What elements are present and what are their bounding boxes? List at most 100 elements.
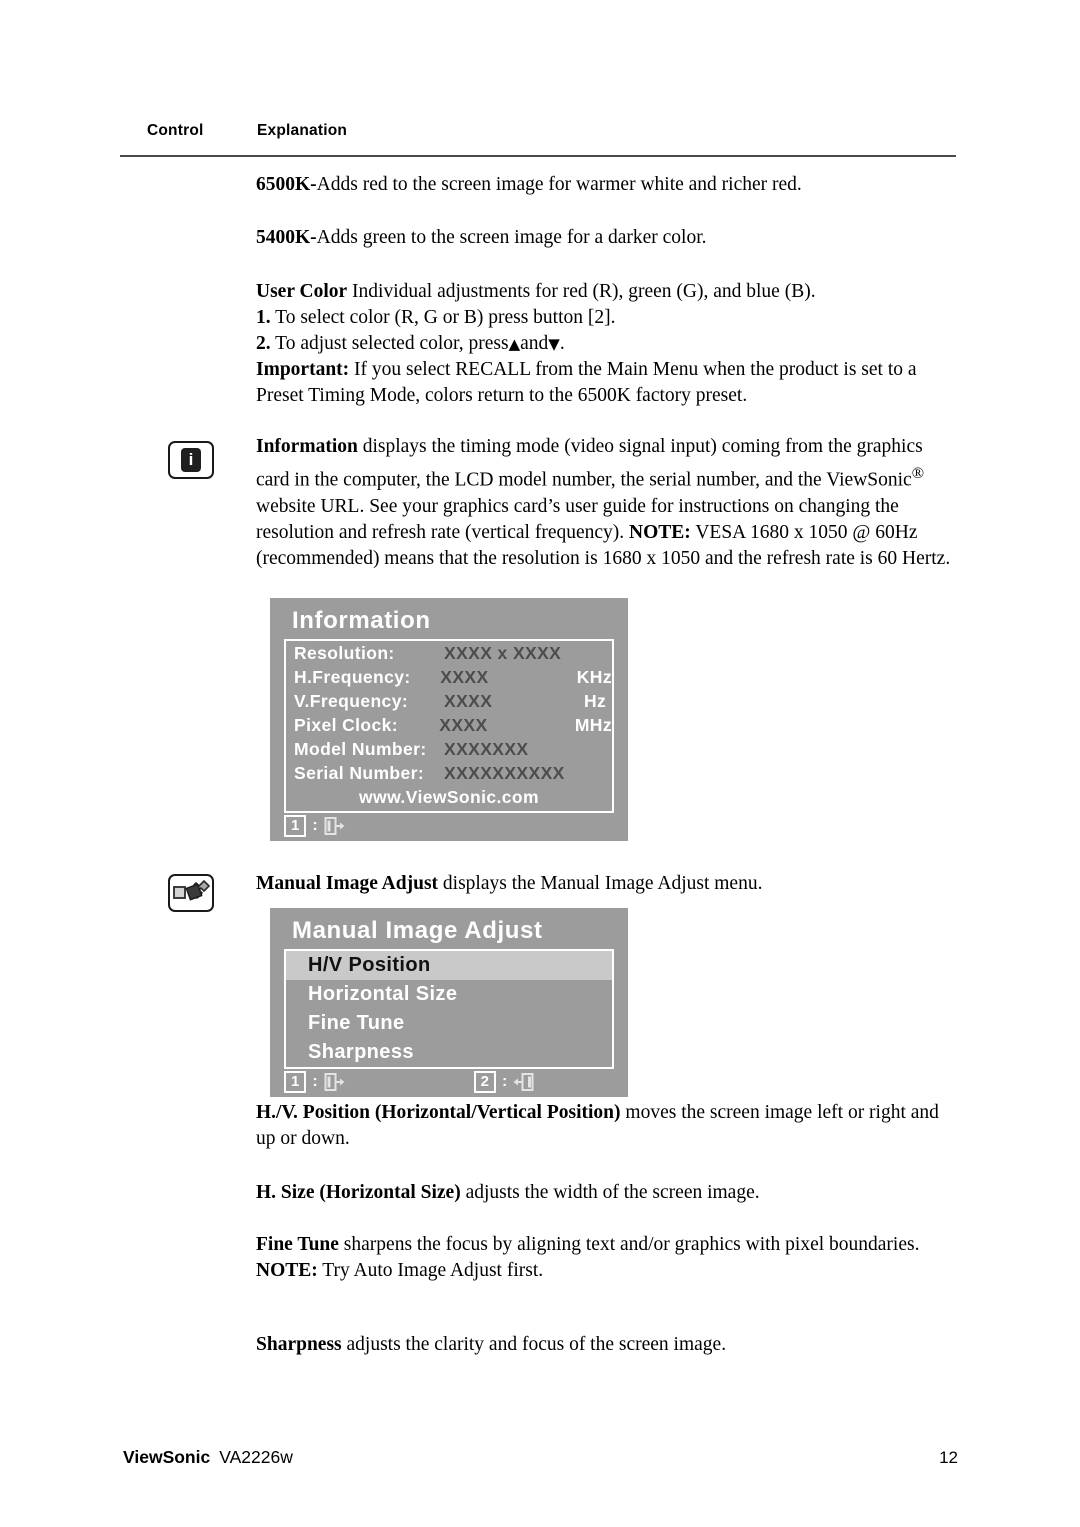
label-sharpness: Sharpness [256, 1334, 342, 1355]
osd-website: www.ViewSonic.com [359, 786, 539, 807]
key-1-colon: : [312, 816, 318, 834]
label-hv-position: H./V. Position (Horizontal/Vertical Posi… [256, 1102, 621, 1123]
osd-information-status-bar: 1 : [270, 813, 628, 841]
key-1-button[interactable]: 1 [284, 1071, 307, 1093]
paragraph-hv-position: H./V. Position (Horizontal/Vertical Posi… [256, 1100, 956, 1152]
osd-manual-title: Manual Image Adjust [292, 917, 543, 944]
user-color-important: Important: If you select RECALL from the… [256, 357, 956, 409]
step-2-text: To adjust selected color, press [270, 333, 509, 354]
osd-unit-pixel-clock: MHz [574, 714, 612, 735]
label-user-color: User Color [256, 281, 348, 302]
key-1-colon: : [312, 1073, 318, 1090]
osd-menu-item-sharpness[interactable]: Sharpness [286, 1038, 612, 1067]
column-header-explanation: Explanation [257, 122, 348, 139]
fine-tune-note: NOTE: Try Auto Image Adjust first. [256, 1258, 956, 1284]
osd-label-model-number: Model Number: [294, 738, 427, 759]
text-note-fine-tune: Try Auto Image Adjust first. [317, 1260, 544, 1281]
label-5400k: 5400K- [256, 227, 317, 248]
osd-menu-item-fine-tune[interactable]: Fine Tune [286, 1009, 612, 1038]
footer-model-name: VA2226w [219, 1447, 293, 1467]
osd-menu-item-hv-position[interactable]: H/V Position [286, 951, 612, 980]
wrench-icon [173, 880, 210, 901]
osd-unit-v-frequency: Hz [584, 690, 607, 711]
information-icon: i [168, 441, 214, 479]
paragraph-information: Information displays the timing mode (vi… [256, 434, 956, 572]
osd-value-pixel-clock: XXXX [439, 714, 488, 735]
label-note-information: NOTE: [629, 521, 691, 543]
osd-label-pixel-clock: Pixel Clock: [294, 714, 399, 735]
footer-brand: ViewSonic VA2226w [123, 1447, 293, 1468]
step-1-number: 1. [256, 307, 271, 328]
text-6500k: Adds red to the screen image for warmer … [316, 174, 802, 195]
label-note-fine-tune: NOTE: [256, 1260, 318, 1281]
info-letter-icon: i [181, 448, 201, 472]
paragraph-5400k: 5400K-Adds green to the screen image for… [256, 225, 956, 251]
exit-icon[interactable] [324, 1072, 346, 1092]
paragraph-user-color: User Color Individual adjustments for re… [256, 279, 956, 409]
osd-row-resolution[interactable]: Resolution: XXXX x XXXX [286, 641, 612, 665]
user-color-line: User Color Individual adjustments for re… [256, 279, 956, 305]
registered-mark-icon: ® [911, 464, 925, 482]
user-color-step-1: 1. To select color (R, G or B) press but… [256, 305, 956, 331]
step-2-period: . [559, 333, 565, 354]
label-h-size: H. Size (Horizontal Size) [256, 1182, 461, 1203]
osd-menu-item-horizontal-size[interactable]: Horizontal Size [286, 980, 612, 1009]
osd-row-h-frequency[interactable]: H.Frequency: XXXX KHz [286, 665, 612, 689]
up-arrow-icon: ▲ [508, 335, 521, 353]
osd-row-v-frequency[interactable]: V.Frequency: XXXX Hz [286, 689, 612, 713]
paragraph-h-size: H. Size (Horizontal Size) adjusts the wi… [256, 1180, 956, 1206]
step-2-number: 2. [256, 333, 271, 354]
text-user-color: Individual adjustments for red (R), gree… [347, 281, 816, 302]
osd-value-v-frequency: XXXX [444, 690, 493, 711]
paragraph-6500k: 6500K-Adds red to the screen image for w… [256, 172, 956, 198]
label-6500k: 6500K- [256, 174, 317, 195]
header-divider [120, 155, 956, 157]
key-2-colon: : [502, 1073, 508, 1090]
osd-information-panel: Information Resolution: XXXX x XXXX H.Fr… [270, 598, 628, 841]
osd-information-title: Information [292, 607, 431, 634]
paragraph-sharpness: Sharpness adjusts the clarity and focus … [256, 1332, 956, 1358]
osd-manual-body: H/V Position Horizontal Size Fine Tune S… [284, 949, 614, 1069]
osd-value-model-number: XXXXXXX [444, 738, 529, 759]
label-manual-image-adjust: Manual Image Adjust [256, 873, 439, 894]
label-information: Information [256, 436, 358, 457]
text-h-size: adjusts the width of the screen image. [460, 1182, 760, 1203]
footer-brand-name: ViewSonic [123, 1447, 211, 1467]
osd-label-h-frequency: H.Frequency: [294, 666, 411, 687]
osd-label-v-frequency: V.Frequency: [294, 690, 409, 711]
osd-label-resolution: Resolution: [294, 642, 395, 663]
osd-information-body: Resolution: XXXX x XXXX H.Frequency: XXX… [284, 639, 614, 813]
step-1-text: To select color (R, G or B) press button… [270, 307, 616, 328]
column-header-control: Control [147, 122, 204, 139]
osd-label-serial-number: Serial Number: [294, 762, 425, 783]
osd-value-serial-number: XXXXXXXXXX [444, 762, 565, 783]
paragraph-fine-tune: Fine Tune sharpens the focus by aligning… [256, 1232, 956, 1284]
osd-value-h-frequency: XXXX [440, 666, 489, 687]
osd-unit-h-frequency: KHz [576, 666, 612, 687]
text-5400k: Adds green to the screen image for a dar… [316, 227, 707, 248]
manual-image-adjust-icon [168, 874, 214, 912]
fine-tune-line: Fine Tune sharpens the focus by aligning… [256, 1234, 919, 1255]
label-fine-tune: Fine Tune [256, 1234, 339, 1255]
step-2-and: and [520, 333, 549, 354]
exit-icon[interactable] [324, 816, 346, 836]
user-color-step-2: 2. To adjust selected color, press▲and▼. [256, 331, 956, 357]
key-2-button[interactable]: 2 [473, 1071, 497, 1093]
key-1-button[interactable]: 1 [284, 814, 307, 837]
osd-row-serial-number[interactable]: Serial Number: XXXXXXXXXX [286, 761, 612, 785]
osd-row-pixel-clock[interactable]: Pixel Clock: XXXX MHz [286, 713, 612, 737]
paragraph-manual-image-adjust: Manual Image Adjust displays the Manual … [256, 871, 956, 897]
document-page: Control Explanation 6500K-Adds red to th… [0, 0, 1080, 1527]
label-important: Important: [256, 359, 350, 380]
osd-value-resolution: XXXX x XXXX [444, 642, 562, 663]
enter-icon[interactable] [513, 1072, 535, 1092]
osd-manual-image-adjust-panel: Manual Image Adjust H/V Position Horizon… [270, 908, 628, 1097]
text-fine-tune: sharpens the focus by aligning text and/… [338, 1234, 920, 1255]
footer-page-number: 12 [939, 1448, 958, 1467]
text-important: If you select RECALL from the Main Menu … [256, 359, 917, 406]
osd-row-model-number[interactable]: Model Number: XXXXXXX [286, 737, 612, 761]
osd-manual-status-bar: 1 : 2 : [270, 1069, 628, 1097]
text-manual-image-adjust: displays the Manual Image Adjust menu. [438, 873, 763, 894]
text-sharpness: adjusts the clarity and focus of the scr… [341, 1334, 727, 1355]
down-arrow-icon: ▼ [548, 335, 560, 353]
